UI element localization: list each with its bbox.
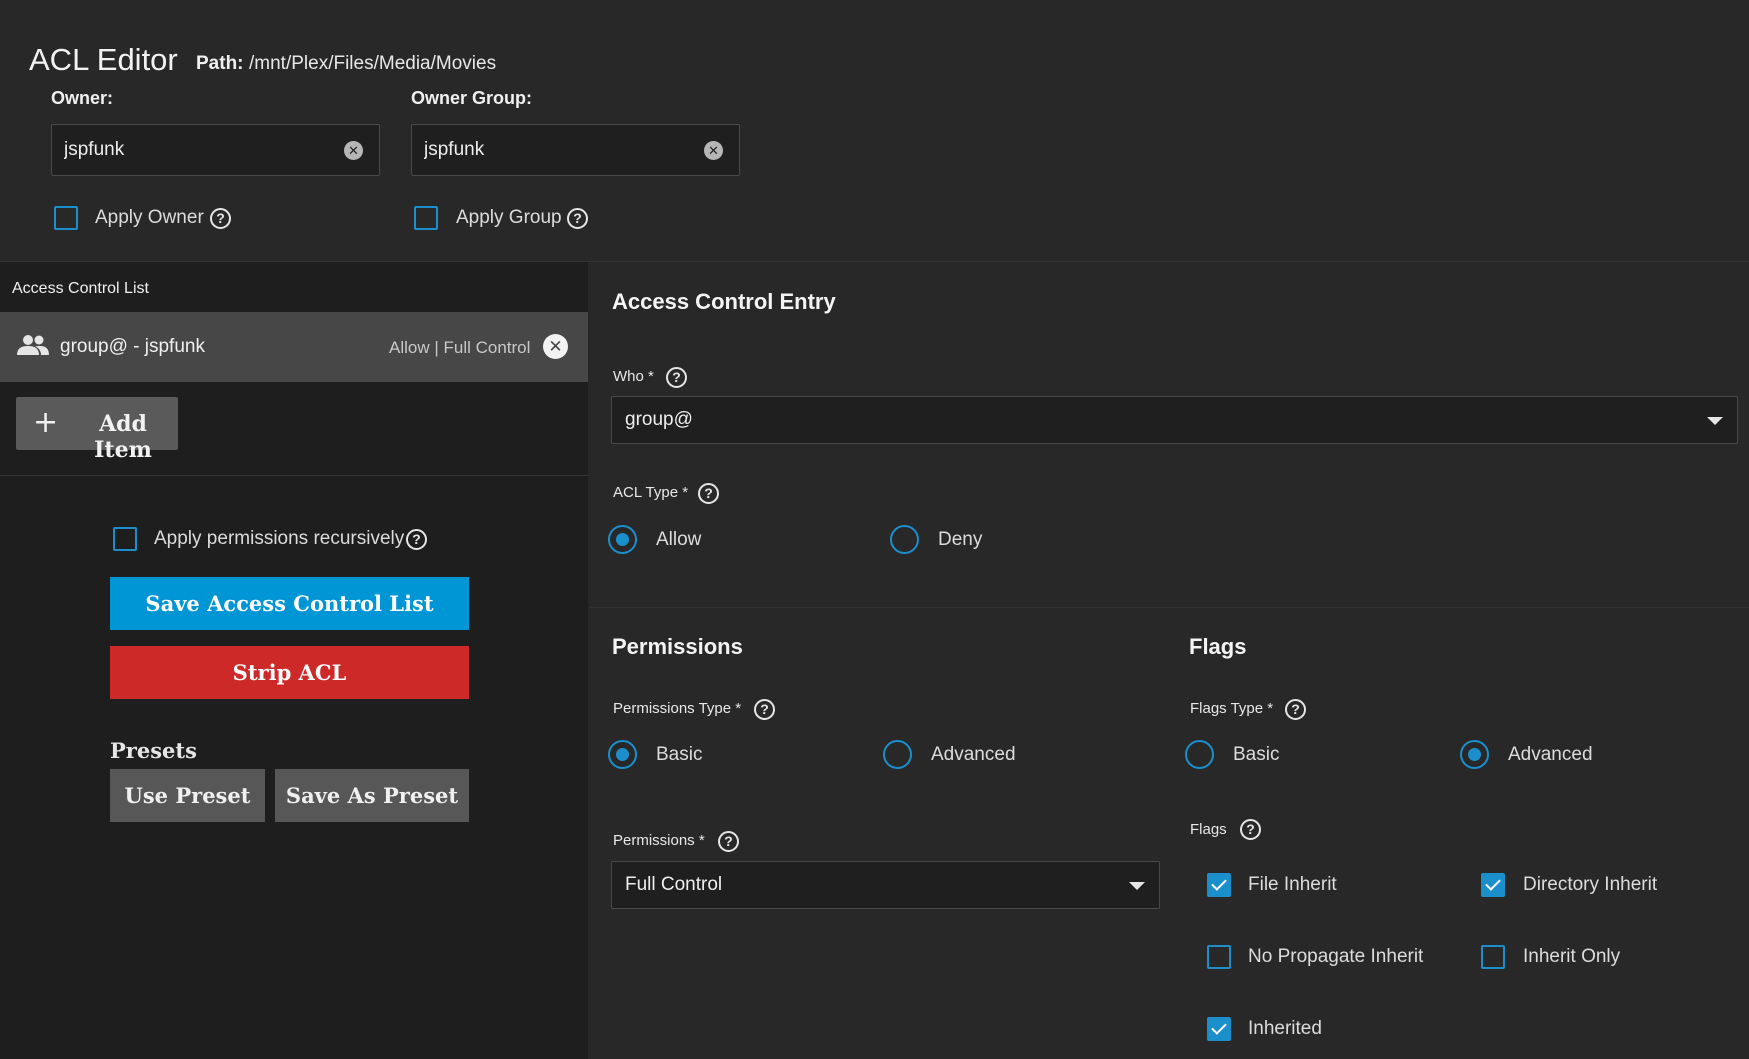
use-preset-button[interactable]: Use Preset xyxy=(110,769,265,822)
flags-type-label: Flags Type * xyxy=(1190,700,1274,717)
permissions-type-advanced-label: Advanced xyxy=(931,744,1016,765)
inherit-only-checkbox[interactable] xyxy=(1481,945,1505,969)
who-label: Who * xyxy=(613,368,654,385)
inherit-only-label: Inherit Only xyxy=(1523,946,1621,967)
acl-type-label: ACL Type * xyxy=(613,484,689,501)
recursive-checkbox[interactable] xyxy=(113,527,137,551)
chevron-down-icon xyxy=(1707,417,1723,425)
owner-group-label: Owner Group: xyxy=(411,88,532,108)
permissions-value: Full Control xyxy=(625,874,723,895)
owner-input[interactable] xyxy=(64,125,334,175)
help-circle-icon[interactable]: ? xyxy=(406,529,427,550)
directory-inherit-label: Directory Inherit xyxy=(1523,874,1658,895)
owner-group-field[interactable]: ✕ xyxy=(411,124,740,176)
flags-label: Flags xyxy=(1190,821,1227,838)
entry-divider xyxy=(590,607,1749,608)
acl-item-label: group@ - jspfunk xyxy=(60,336,205,357)
list-divider xyxy=(0,475,588,476)
strip-acl-button[interactable]: Strip ACL xyxy=(110,646,469,699)
inherited-checkbox[interactable] xyxy=(1207,1017,1231,1041)
help-circle-icon[interactable]: ? xyxy=(718,831,739,852)
acl-type-allow-label: Allow xyxy=(656,529,702,550)
help-circle-icon[interactable]: ? xyxy=(210,208,231,229)
add-item-label: Add Item xyxy=(94,411,152,463)
no-propagate-inherit-label: No Propagate Inherit xyxy=(1248,946,1424,967)
plus-icon: + xyxy=(33,405,59,440)
help-circle-icon[interactable]: ? xyxy=(567,208,588,229)
path-label: Path: xyxy=(196,53,244,74)
permissions-title: Permissions xyxy=(612,634,743,659)
acl-item-summary: Allow | Full Control xyxy=(389,338,531,357)
permissions-type-basic-label: Basic xyxy=(656,744,703,765)
owner-field[interactable]: ✕ xyxy=(51,124,380,176)
entry-title: Access Control Entry xyxy=(612,289,836,314)
close-circle-icon[interactable]: ✕ xyxy=(543,334,568,359)
apply-owner-checkbox[interactable] xyxy=(54,206,78,230)
help-circle-icon[interactable]: ? xyxy=(1240,819,1261,840)
save-as-preset-button[interactable]: Save As Preset xyxy=(275,769,469,822)
flags-type-basic-radio[interactable] xyxy=(1185,740,1214,769)
acl-type-deny-radio[interactable] xyxy=(890,525,919,554)
inherited-label: Inherited xyxy=(1248,1018,1322,1039)
recursive-label: Apply permissions recursively xyxy=(154,528,405,549)
acl-list-title: Access Control List xyxy=(12,280,149,297)
flags-title: Flags xyxy=(1189,634,1247,659)
add-item-button[interactable]: + Add Item xyxy=(16,397,178,463)
apply-group-label: Apply Group xyxy=(456,207,562,228)
clear-icon[interactable]: ✕ xyxy=(704,141,723,160)
chevron-down-icon xyxy=(1129,882,1145,890)
permissions-type-basic-radio[interactable] xyxy=(608,740,637,769)
apply-owner-label: Apply Owner xyxy=(95,207,204,228)
acl-type-deny-label: Deny xyxy=(938,529,983,550)
permissions-select[interactable]: Full Control xyxy=(611,861,1160,909)
no-propagate-inherit-checkbox[interactable] xyxy=(1207,945,1231,969)
group-icon xyxy=(17,335,49,355)
help-circle-icon[interactable]: ? xyxy=(754,699,775,720)
file-inherit-checkbox[interactable] xyxy=(1207,873,1231,897)
owner-group-input[interactable] xyxy=(424,125,694,175)
who-select[interactable]: group@ xyxy=(611,396,1738,444)
help-circle-icon[interactable]: ? xyxy=(698,483,719,504)
apply-group-checkbox[interactable] xyxy=(414,206,438,230)
path-value: /mnt/Plex/Files/Media/Movies xyxy=(249,53,497,74)
help-circle-icon[interactable]: ? xyxy=(1285,699,1306,720)
page-title: ACL Editor xyxy=(29,42,178,77)
flags-type-basic-label: Basic xyxy=(1233,744,1280,765)
owner-label: Owner: xyxy=(51,88,114,108)
file-inherit-label: File Inherit xyxy=(1248,874,1337,895)
flags-type-advanced-radio[interactable] xyxy=(1460,740,1489,769)
directory-inherit-checkbox[interactable] xyxy=(1481,873,1505,897)
presets-title: Presets xyxy=(110,738,197,763)
clear-icon[interactable]: ✕ xyxy=(344,141,363,160)
who-value: group@ xyxy=(625,409,693,430)
help-circle-icon[interactable]: ? xyxy=(666,367,687,388)
save-acl-button[interactable]: Save Access Control List xyxy=(110,577,469,630)
permissions-type-advanced-radio[interactable] xyxy=(883,740,912,769)
permissions-type-label: Permissions Type * xyxy=(613,700,742,717)
flags-type-advanced-label: Advanced xyxy=(1508,744,1593,765)
acl-type-allow-radio[interactable] xyxy=(608,525,637,554)
permissions-label: Permissions * xyxy=(613,832,705,849)
